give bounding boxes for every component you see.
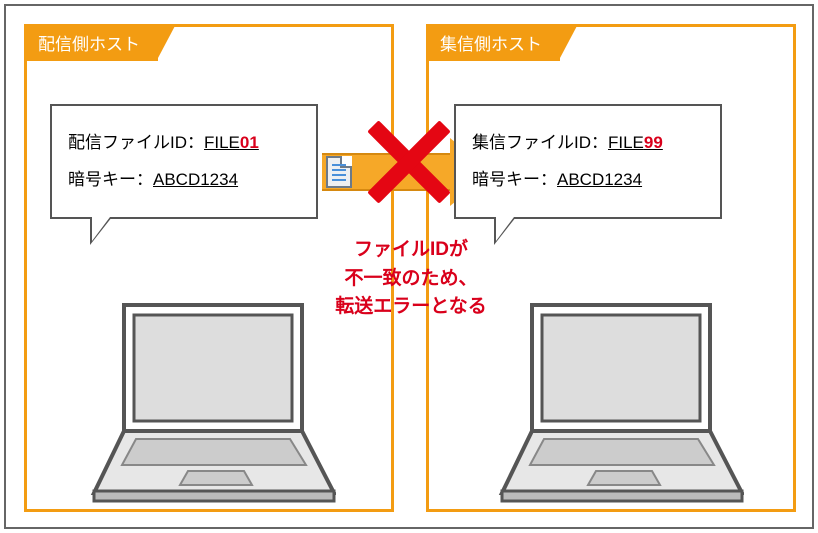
- error-line1: ファイルIDが: [354, 239, 468, 260]
- sender-key-label: 暗号キー：: [68, 170, 153, 189]
- error-line2: 不一致のため、: [344, 268, 477, 289]
- receiver-key-value: ABCD1234: [557, 170, 642, 189]
- receiver-file-id-label: 集信ファイルID：: [472, 133, 608, 152]
- diagram-frame: 配信側ホスト 集信側ホスト 配信ファイルID：FILE01 暗号キー：ABCD1…: [4, 4, 814, 529]
- receiver-file-id-row: 集信ファイルID：FILE99: [472, 124, 704, 161]
- sender-host-tab: 配信側ホスト: [24, 24, 158, 61]
- receiver-host-title: 集信側ホスト: [440, 35, 542, 54]
- receiver-file-id-prefix: FILE: [608, 133, 644, 152]
- laptop-icon: [76, 295, 336, 505]
- receiver-host-tab: 集信側ホスト: [426, 24, 560, 61]
- receiver-config-bubble: 集信ファイルID：FILE99 暗号キー：ABCD1234: [454, 104, 722, 219]
- sender-file-id-suffix: 01: [240, 133, 259, 152]
- error-message: ファイルIDが 不一致のため、 転送エラーとなる: [308, 236, 514, 322]
- receiver-key-row: 暗号キー：ABCD1234: [472, 161, 704, 198]
- file-icon: [326, 156, 352, 188]
- sender-key-row: 暗号キー：ABCD1234: [68, 161, 300, 198]
- sender-host-title: 配信側ホスト: [38, 35, 140, 54]
- sender-key-value: ABCD1234: [153, 170, 238, 189]
- sender-file-id-prefix: FILE: [204, 133, 240, 152]
- receiver-file-id-suffix: 99: [644, 133, 663, 152]
- error-cross-icon: [364, 114, 454, 204]
- sender-config-bubble: 配信ファイルID：FILE01 暗号キー：ABCD1234: [50, 104, 318, 219]
- sender-file-id-label: 配信ファイルID：: [68, 133, 204, 152]
- sender-file-id-row: 配信ファイルID：FILE01: [68, 124, 300, 161]
- receiver-key-label: 暗号キー：: [472, 170, 557, 189]
- error-line3: 転送エラーとなる: [335, 296, 486, 317]
- laptop-icon: [484, 295, 744, 505]
- bubble-tail-icon: [90, 217, 112, 245]
